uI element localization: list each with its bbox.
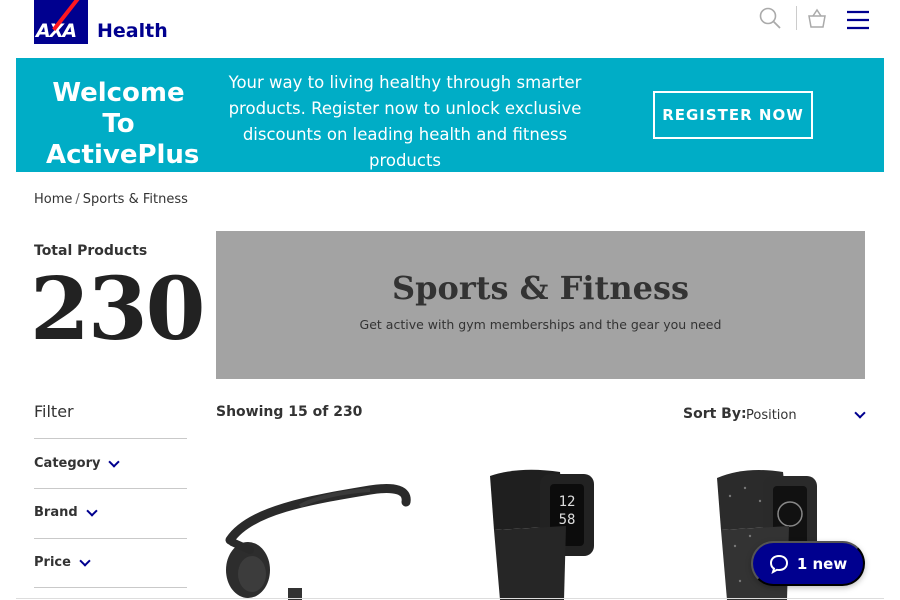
filter-price[interactable]: Price [34, 554, 91, 570]
tracker-minutes: 58 [559, 512, 576, 528]
sort-label: Sort By: [683, 406, 747, 422]
breadcrumb: Home / Sports & Fitness [34, 192, 188, 207]
chat-bubble-icon [769, 554, 788, 574]
category-hero: Sports & Fitness Get active with gym mem… [216, 231, 865, 379]
chevron-down-icon [108, 455, 121, 468]
sort-select[interactable]: Position [746, 402, 870, 428]
axa-logo[interactable]: AXA [34, 0, 88, 44]
breadcrumb-separator: / [75, 192, 80, 207]
chevron-down-icon [854, 407, 866, 419]
tracker-hours: 12 [559, 494, 576, 510]
results-count: Showing 15 of 230 [216, 404, 363, 420]
filter-divider [34, 438, 187, 439]
banner-text: Your way to living healthy through smart… [228, 73, 582, 170]
search-icon[interactable] [758, 6, 782, 30]
site-header: AXA Health [0, 0, 900, 58]
total-products-label: Total Products [34, 243, 148, 259]
filter-category[interactable]: Category [34, 455, 121, 471]
chevron-down-icon [79, 554, 91, 567]
product-image-headphones[interactable] [220, 470, 415, 600]
content-bottom-divider [16, 598, 884, 599]
category-title: Sports & Fitness [392, 269, 689, 307]
breadcrumb-current: Sports & Fitness [82, 192, 188, 207]
banner-title: Welcome To ActivePlus [46, 78, 200, 170]
sort-value: Position [746, 407, 797, 423]
filter-divider [34, 538, 187, 539]
filter-price-label: Price [34, 555, 71, 570]
filter-brand[interactable]: Brand [34, 504, 98, 520]
filter-divider [34, 488, 187, 489]
filter-divider [34, 587, 187, 588]
filter-category-label: Category [34, 456, 101, 471]
filter-heading: Filter [34, 402, 74, 421]
filter-brand-label: Brand [34, 505, 78, 520]
register-now-button[interactable]: REGISTER NOW [653, 91, 813, 139]
breadcrumb-home[interactable]: Home [34, 192, 72, 207]
brand-name[interactable]: Health [97, 20, 168, 42]
hamburger-menu-icon[interactable] [846, 10, 870, 30]
product-image-tracker-black[interactable]: 12 58 [480, 466, 600, 600]
activeplus-banner: Welcome To ActivePlus Your way to living… [16, 58, 884, 172]
category-subtitle: Get active with gym memberships and the … [359, 317, 722, 332]
chat-button-label: 1 new [796, 554, 848, 573]
chevron-down-icon [85, 504, 98, 517]
chat-button[interactable]: 1 new [751, 541, 865, 586]
total-products-count: 230 [30, 259, 206, 360]
basket-icon[interactable] [806, 6, 828, 30]
header-divider [796, 6, 797, 30]
